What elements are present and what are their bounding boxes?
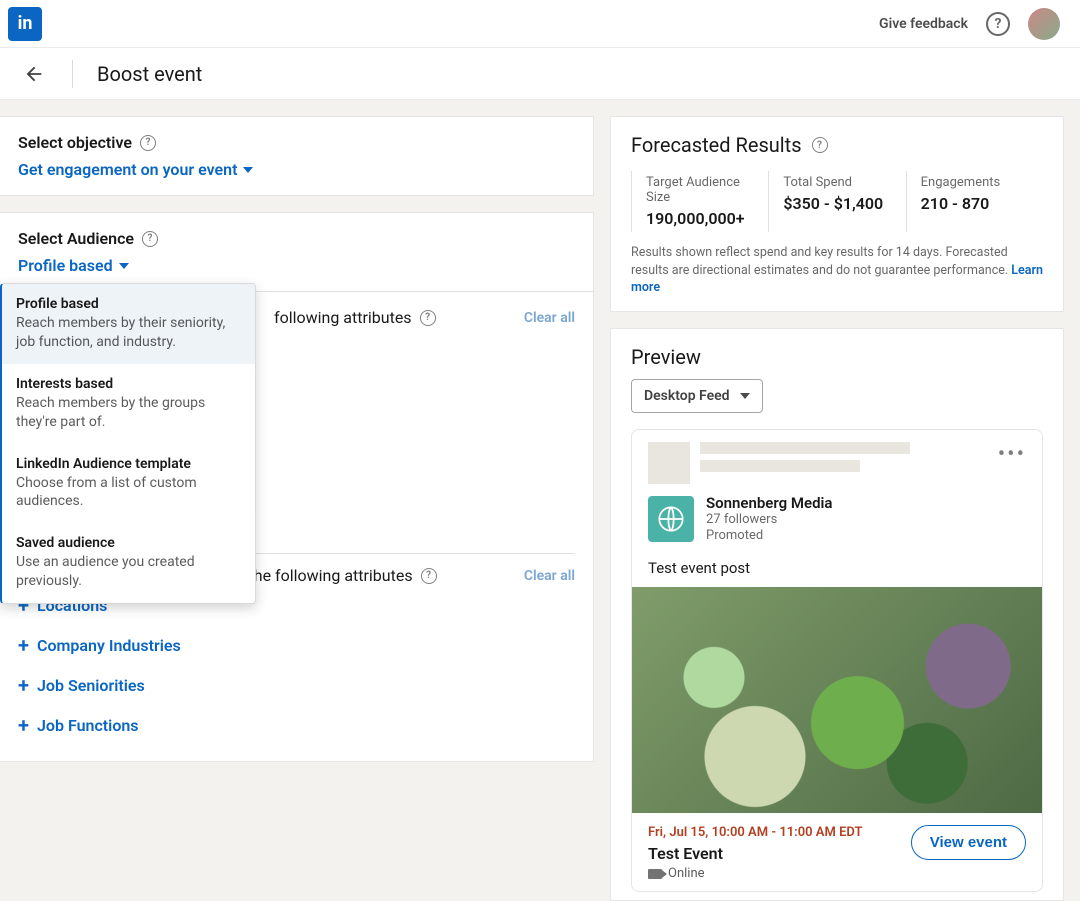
chevron-down-icon [243,167,253,173]
preview-mode-select[interactable]: Desktop Feed [631,379,763,413]
metric-label: Engagements [921,175,1029,190]
help-icon[interactable]: ? [420,310,436,326]
post-body-text: Test event post [632,553,1042,587]
audience-option-title: Profile based [16,296,241,312]
user-avatar[interactable] [1028,8,1060,40]
company-name[interactable]: Sonnenberg Media [706,494,832,512]
objective-selected: Get engagement on your event [18,160,237,179]
preview-mode-label: Desktop Feed [644,388,730,404]
plus-icon: + [18,675,29,695]
objective-card: Select objective ? Get engagement on you… [0,116,594,196]
page-title: Boost event [97,62,202,86]
preview-card: Preview Desktop Feed ••• [610,328,1064,901]
help-icon[interactable]: ? [986,12,1010,36]
top-bar: in Give feedback ? [0,0,1080,48]
add-label: Job Functions [37,716,139,735]
add-exclude-seniorities[interactable]: + Job Seniorities [18,665,575,705]
post-image [632,587,1042,813]
add-label: Company Industries [37,636,181,655]
event-date: Fri, Jul 15, 10:00 AM - 11:00 AM EDT [648,825,863,840]
help-icon[interactable]: ? [812,137,828,153]
audience-option-linkedin-template[interactable]: LinkedIn Audience template Choose from a… [2,444,255,524]
audience-selected: Profile based [18,256,113,275]
audience-option-title: Interests based [16,376,241,392]
metric-audience: Target Audience Size 190,000,000+ [631,171,768,232]
post-preview: ••• Sonnenberg Media 27 followers Promot… [631,429,1043,893]
page-header: Boost event [0,48,1080,100]
globe-icon [657,505,685,533]
give-feedback-link[interactable]: Give feedback [879,16,968,32]
event-title: Test Event [648,844,863,863]
post-overflow-menu[interactable]: ••• [998,442,1026,467]
audience-dropdown-panel: Profile based Reach members by their sen… [0,283,256,604]
objective-dropdown[interactable]: Get engagement on your event [18,160,575,179]
audience-section-title: Select Audience [18,229,134,248]
audience-option-title: Saved audience [16,535,241,551]
preview-title: Preview [611,329,1063,379]
company-logo-icon [648,496,694,542]
skeleton-avatar [648,442,690,484]
video-icon [648,869,662,879]
exclude-clear-all[interactable]: Clear all [524,568,575,584]
audience-option-desc: Reach members by their seniority, job fu… [16,314,241,352]
add-exclude-industries[interactable]: + Company Industries [18,625,575,665]
plus-icon: + [18,635,29,655]
divider [72,60,73,88]
add-exclude-functions[interactable]: + Job Functions [18,705,575,745]
audience-option-desc: Use an audience you created previously. [16,553,241,591]
audience-option-saved-audience[interactable]: Saved audience Use an audience you creat… [2,523,255,603]
chevron-down-icon [119,263,129,269]
audience-option-desc: Reach members by the groups they're part… [16,394,241,432]
plus-icon: + [18,715,29,735]
audience-option-interests-based[interactable]: Interests based Reach members by the gro… [2,364,255,444]
skeleton-line [700,442,910,454]
forecast-card: Forecasted Results ? Target Audience Siz… [610,116,1064,312]
help-icon[interactable]: ? [140,135,156,151]
company-followers: 27 followers [706,512,832,529]
chevron-down-icon [740,393,750,399]
audience-card: Select Audience ? Profile based Profile … [0,212,594,762]
audience-option-profile-based[interactable]: Profile based Reach members by their sen… [2,284,255,364]
metric-value: 210 - 870 [921,194,1029,213]
target-clear-all[interactable]: Clear all [524,310,575,326]
metric-label: Target Audience Size [646,175,754,205]
add-label: Job Seniorities [37,676,145,695]
linkedin-logo-icon[interactable]: in [8,7,42,41]
audience-option-desc: Choose from a list of custom audiences. [16,474,241,512]
promoted-label: Promoted [706,528,832,545]
arrow-left-icon [23,63,45,85]
help-icon[interactable]: ? [421,568,437,584]
audience-dropdown-trigger[interactable]: Profile based [18,256,575,275]
metric-spend: Total Spend $350 - $1,400 [768,171,905,232]
metric-value: $350 - $1,400 [783,194,891,213]
help-icon[interactable]: ? [142,231,158,247]
metric-value: 190,000,000+ [646,209,754,228]
audience-option-title: LinkedIn Audience template [16,456,241,472]
forecast-note-text: Results shown reflect spend and key resu… [631,245,1011,278]
forecast-title: Forecasted Results [631,133,802,157]
objective-section-title: Select objective [18,133,132,152]
skeleton-line [700,460,860,472]
metric-label: Total Spend [783,175,891,190]
metric-engagements: Engagements 210 - 870 [906,171,1043,232]
forecast-note: Results shown reflect spend and key resu… [611,244,1063,311]
back-button[interactable] [20,60,48,88]
view-event-button[interactable]: View event [911,825,1026,860]
